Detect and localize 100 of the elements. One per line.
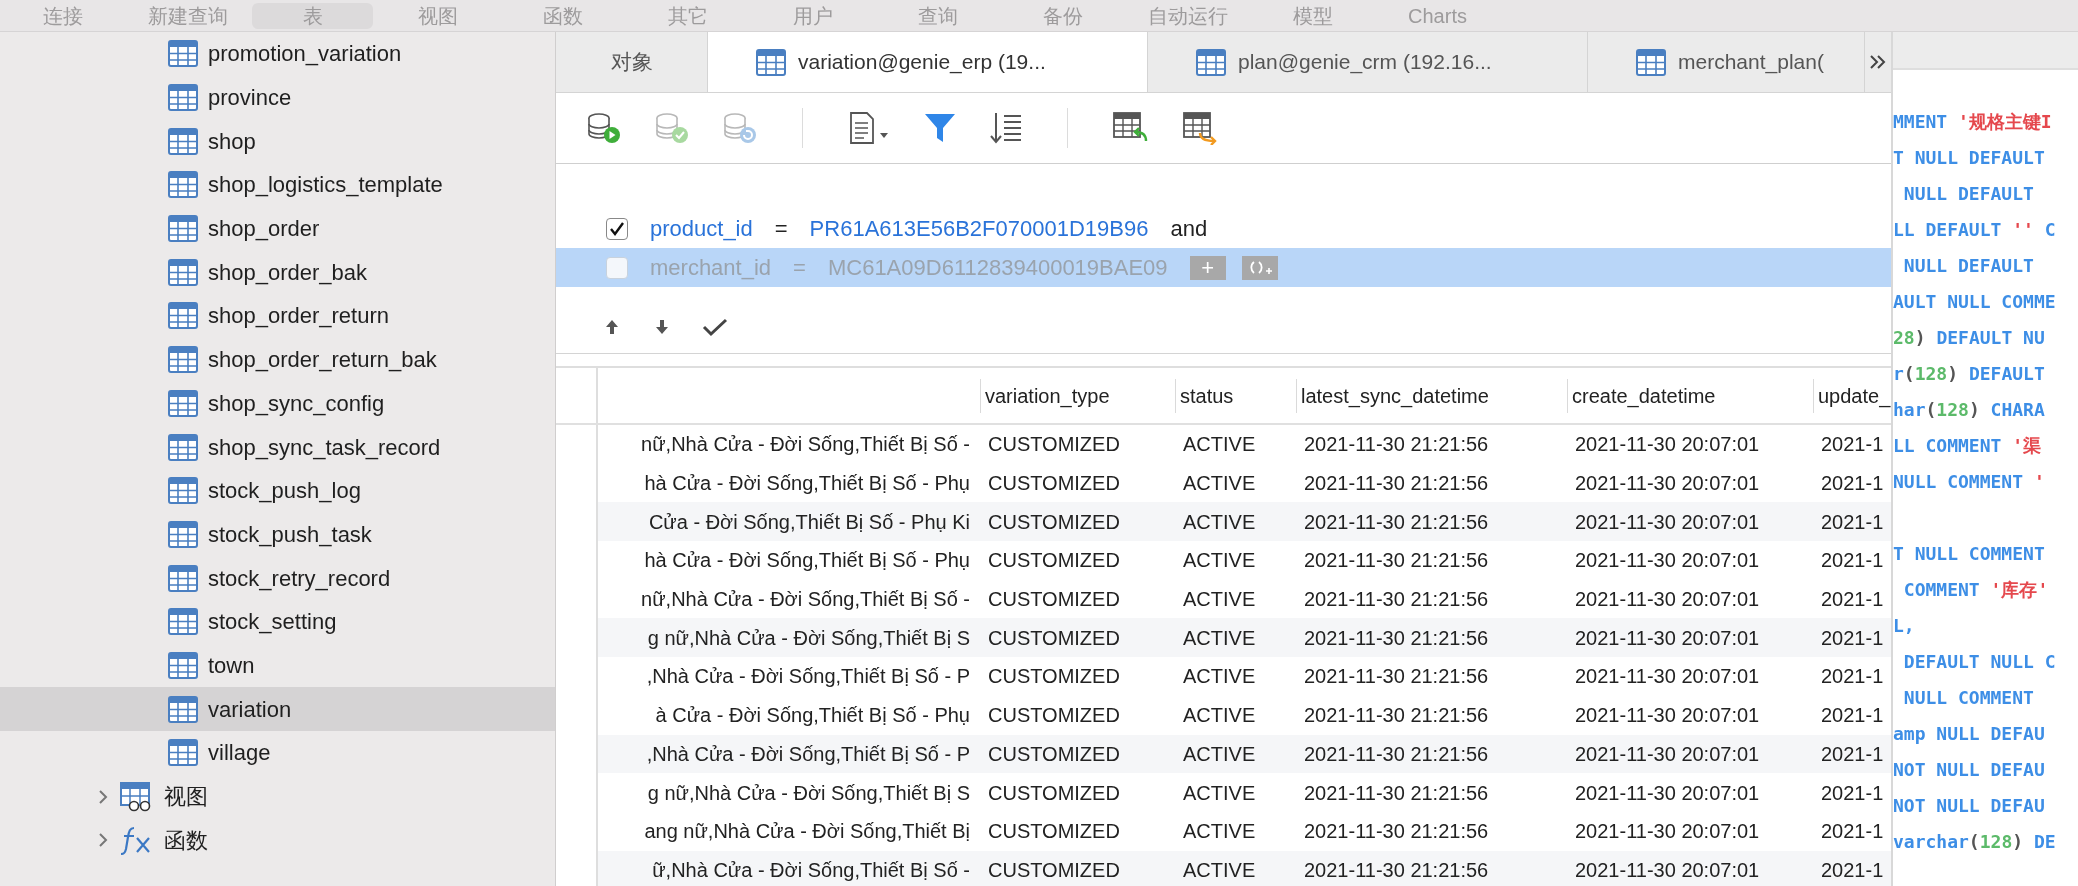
table-cell-text: ang nữ,Nhà Cửa - Đời Sống,Thiết Bị (644, 819, 970, 845)
table-cell-text: g nữ,Nhà Cửa - Đời Sống,Thiết Bị S (647, 625, 970, 651)
sidebar-group-item[interactable]: 函数 (0, 818, 555, 863)
table-cell-text: hà Cửa - Đời Sống,Thiết Bị Số - Phụ (644, 548, 970, 574)
table-row[interactable]: hà Cửa - Đời Sống,Thiết Bị Số - Phụ CUSTOMIZED ACTIVE 2021-11-30 21:21:56 2021-11-30 20:07:01 2021-1 (556, 541, 1891, 580)
table-cell-text: 2021-11-30 20:07:01 (1575, 741, 1760, 767)
editor-tab[interactable]: variation@genie_erp (19... (708, 32, 1148, 92)
table-cell-text: nữ,Nhà Cửa - Đời Sống,Thiết Bị Số - (641, 587, 970, 613)
editor-tab[interactable]: merchant_plan( (1588, 32, 1865, 92)
table-cell-text: ACTIVE (1183, 819, 1256, 845)
checkbox[interactable] (606, 256, 628, 279)
table-row[interactable]: g nữ,Nhà Cửa - Đời Sống,Thiết Bị S CUSTOMIZED ACTIVE 2021-11-30 21:21:56 2021-11-30 20:07:01 2021-1 (556, 618, 1891, 658)
table-cell-text: hà Cửa - Đời Sống,Thiết Bị Số - Phụ (644, 471, 970, 497)
sidebar-table-item[interactable]: stock_push_log (0, 468, 555, 513)
database-play-icon[interactable] (586, 111, 622, 145)
sidebar-table-item[interactable]: shop_logistics_template (0, 163, 555, 207)
filter-operator[interactable]: = (774, 212, 788, 245)
checkmark-icon[interactable] (702, 317, 728, 337)
table-cell-text: ACTIVE (1183, 703, 1256, 729)
editor-tab[interactable]: plan@genie_crm (192.16... (1148, 32, 1588, 92)
filter-value[interactable]: PR61A613E56B2F070001D19B96 (809, 212, 1149, 245)
table-name: shop_order_return (208, 302, 389, 331)
table-cell-text: à Cửa - Đời Sống,Thiết Bị Số - Phụ (655, 703, 970, 729)
sidebar-table-item[interactable]: shop_order_bak (0, 250, 555, 295)
table-cell-text: 2021-11-30 21:21:56 (1304, 857, 1489, 883)
table-cell-text: 2021-11-30 20:07:01 (1575, 471, 1760, 497)
column-header[interactable]: variation_type (980, 378, 1110, 413)
table-cell-text: CUSTOMIZED (988, 857, 1120, 883)
sidebar-table-item[interactable]: village (0, 731, 555, 775)
table-row[interactable]: ang nữ,Nhà Cửa - Đời Sống,Thiết Bị CUSTOMIZED ACTIVE 2021-11-30 21:21:56 2021-11-30 20:07:01 2021-1 (556, 811, 1891, 851)
sidebar-table-item[interactable]: variation (0, 687, 555, 731)
table-name: promotion_variation (208, 40, 402, 69)
table-icon (168, 520, 198, 548)
code-line: T NULL DEFAULT (1893, 145, 2045, 170)
sidebar-table-item[interactable]: shop (0, 119, 555, 164)
sidebar-table-item[interactable]: shop_order_return_bak (0, 337, 555, 382)
table-cell-text: 2021-11-30 20:07:01 (1575, 587, 1760, 613)
sidebar-table-item[interactable]: shop_sync_task_record (0, 425, 555, 469)
table-name: stock_push_task (208, 520, 372, 549)
table-row[interactable]: nữ,Nhà Cửa - Đời Sống,Thiết Bị Số - CUSTOMIZED ACTIVE 2021-11-30 21:21:56 2021-11-30 20:07:01 2021-1 (556, 425, 1891, 464)
table-cell-text: ACTIVE (1183, 664, 1256, 690)
sidebar-table-item[interactable]: promotion_variation (0, 32, 555, 76)
table-cell-text: 2021-11-30 21:21:56 (1304, 741, 1489, 767)
code-line: MMENT '规格主键I (1893, 109, 2052, 134)
table-cell-text: 2021-11-30 20:07:01 (1575, 703, 1760, 729)
table-cell-text: 2021-1 (1821, 587, 1884, 613)
sidebar-table-item[interactable]: shop_sync_config (0, 381, 555, 426)
code-line: COMMENT '库存' (1902, 577, 2049, 602)
table-row[interactable]: g nữ,Nhà Cửa - Đời Sống,Thiết Bị S CUSTOMIZED ACTIVE 2021-11-30 21:21:56 2021-11-30 20:07:01 2021-1 (556, 773, 1891, 812)
code-line: NOT NULL DEFAU (1893, 757, 2045, 782)
sidebar-table-item[interactable]: province (0, 75, 555, 120)
table-cell-text: ữ,Nhà Cửa - Đời Sống,Thiết Bị Số - (652, 857, 970, 883)
table-row[interactable]: nữ,Nhà Cửa - Đời Sống,Thiết Bị Số - CUSTOMIZED ACTIVE 2021-11-30 21:21:56 2021-11-30 20:07:01 2021-1 (556, 579, 1891, 619)
sidebar-table-item[interactable]: shop_order_return (0, 294, 555, 338)
sidebar-table-item[interactable]: town (0, 643, 555, 688)
checkbox[interactable] (606, 217, 628, 240)
table-row[interactable]: ,Nhà Cửa - Đời Sống,Thiết Bị Số - P CUSTOMIZED ACTIVE 2021-11-30 21:21:56 2021-11-30 20:07:01 2021-1 (556, 657, 1891, 696)
table-cell-text: 2021-11-30 21:21:56 (1304, 432, 1489, 458)
column-header[interactable]: create_datetime (1567, 378, 1716, 413)
code-line: har(128) CHARA (1893, 397, 2045, 422)
sidebar-table-item[interactable]: stock_retry_record (0, 556, 555, 600)
table-name: shop_sync_task_record (208, 433, 441, 462)
filter-conjunction[interactable]: and (1170, 212, 1208, 245)
table-cell-text: ACTIVE (1183, 471, 1256, 497)
code-line: NULL COMMENT ' (1893, 469, 2045, 494)
filter-row[interactable]: product_id = PR61A613E56B2F070001D19B96 and (556, 209, 1891, 248)
sidebar-table-item[interactable]: shop_order (0, 206, 555, 251)
filter-field[interactable]: product_id (650, 212, 753, 245)
table-row[interactable]: ,Nhà Cửa - Đời Sống,Thiết Bị Số - P CUSTOMIZED ACTIVE 2021-11-30 21:21:56 2021-11-30 20:07:01 2021-1 (556, 734, 1891, 774)
code-line: T NULL COMMENT (1893, 541, 2045, 566)
column-header[interactable]: status (1175, 378, 1234, 413)
table-name: shop_order (208, 215, 320, 244)
table-row[interactable]: Cửa - Đời Sống,Thiết Bị Số - Phụ Ki CUSTOMIZED ACTIVE 2021-11-30 21:21:56 2021-11-30 20:07:01 2021-1 (556, 502, 1891, 542)
table-cell-text: CUSTOMIZED (988, 741, 1120, 767)
table-name: town (208, 651, 255, 680)
table-cell-text: 2021-1 (1821, 625, 1884, 651)
table-cell-text: g nữ,Nhà Cửa - Đời Sống,Thiết Bị S (647, 780, 970, 806)
table-cell-text: 2021-1 (1821, 741, 1884, 767)
table-name: province (208, 84, 292, 113)
table-row[interactable]: ữ,Nhà Cửa - Đời Sống,Thiết Bị Số - CUSTOMIZED ACTIVE 2021-11-30 21:21:56 2021-11-30 20:07:01 2021-1 (556, 850, 1891, 886)
table-row[interactable]: hà Cửa - Đời Sống,Thiết Bị Số - Phụ CUSTOMIZED ACTIVE 2021-11-30 21:21:56 2021-11-30 20:07:01 2021-1 (556, 463, 1891, 503)
document-dropdown-icon[interactable] (847, 111, 891, 145)
chevron-icon[interactable] (96, 787, 110, 806)
code-line: AULT NULL COMME (1893, 289, 2056, 314)
sort-lines-icon[interactable] (989, 111, 1023, 145)
code-line: NULL DEFAULT (1902, 253, 2034, 278)
filter-icon[interactable] (923, 111, 957, 145)
column-header[interactable]: latest_sync_datetime (1296, 378, 1489, 413)
column-header[interactable]: update_ (1813, 378, 1891, 413)
sidebar-table-item[interactable]: stock_push_task (0, 512, 555, 557)
table-cell-text: ACTIVE (1183, 509, 1256, 535)
table-row[interactable]: à Cửa - Đời Sống,Thiết Bị Số - Phụ CUSTOMIZED ACTIVE 2021-11-30 21:21:56 2021-11-30 20:07:01 2021-1 (556, 695, 1891, 735)
table-name: shop_order_bak (208, 258, 367, 287)
sidebar-group-item[interactable]: 视图 (0, 774, 555, 819)
table-icon (168, 40, 198, 68)
table-cell-text: ACTIVE (1183, 625, 1256, 651)
sidebar-table-item[interactable]: stock_setting (0, 599, 555, 644)
code-line: LL COMMENT '渠 (1893, 433, 2042, 458)
table-cell-text: ,Nhà Cửa - Đời Sống,Thiết Bị Số - P (646, 664, 970, 690)
code-line: NULL COMMENT (1902, 685, 2034, 710)
